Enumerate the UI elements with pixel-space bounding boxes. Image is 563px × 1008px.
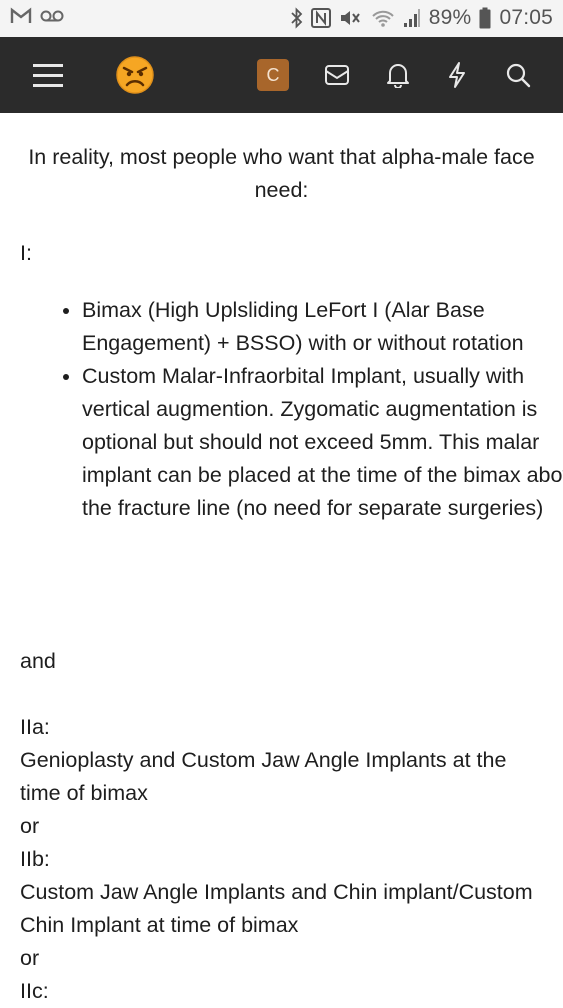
search-icon[interactable] [503, 37, 533, 113]
conjunction-or: or [20, 946, 40, 970]
post-body: In reality, most people who want that al… [0, 113, 563, 1003]
avatar: C [257, 59, 289, 91]
mute-icon [339, 8, 363, 28]
conjunction-or: or [20, 814, 40, 838]
conjunction-and: and [20, 649, 56, 673]
battery-icon [479, 7, 491, 29]
section-heading-iic: IIc: [20, 979, 49, 1003]
voicemail-icon [40, 9, 64, 23]
list-item: Custom Malar-Infraorbital Implant, usual… [82, 360, 563, 525]
post-intro: In reality, most people who want that al… [28, 145, 535, 202]
avatar-button[interactable]: C [257, 37, 289, 113]
menu-icon[interactable] [28, 37, 68, 113]
status-bar: 89% 07:05 [0, 0, 563, 37]
bullet-list: Bimax (High Uplsliding LeFort I (Alar Ba… [20, 294, 563, 525]
battery-percent: 89% [428, 6, 472, 29]
app-header: C [0, 37, 563, 113]
gmail-icon [10, 7, 32, 25]
signal-icon [403, 8, 421, 28]
section-heading-i: I: [20, 241, 32, 265]
section-heading-iia: IIa: [20, 715, 50, 739]
section-text-iib: Custom Jaw Angle Implants and Chin impla… [20, 880, 533, 937]
bluetooth-icon [291, 7, 303, 29]
section-heading-iib: IIb: [20, 847, 50, 871]
lightning-icon[interactable] [443, 37, 471, 113]
section-text-iia: Genioplasty and Custom Jaw Angle Implant… [20, 748, 507, 805]
inbox-icon[interactable] [322, 37, 352, 113]
angry-emoji-icon[interactable] [114, 37, 156, 113]
bell-icon[interactable] [383, 37, 413, 113]
clock: 07:05 [499, 6, 553, 29]
nfc-icon [310, 8, 331, 28]
wifi-icon [371, 8, 395, 28]
list-item: Bimax (High Uplsliding LeFort I (Alar Ba… [82, 294, 563, 360]
